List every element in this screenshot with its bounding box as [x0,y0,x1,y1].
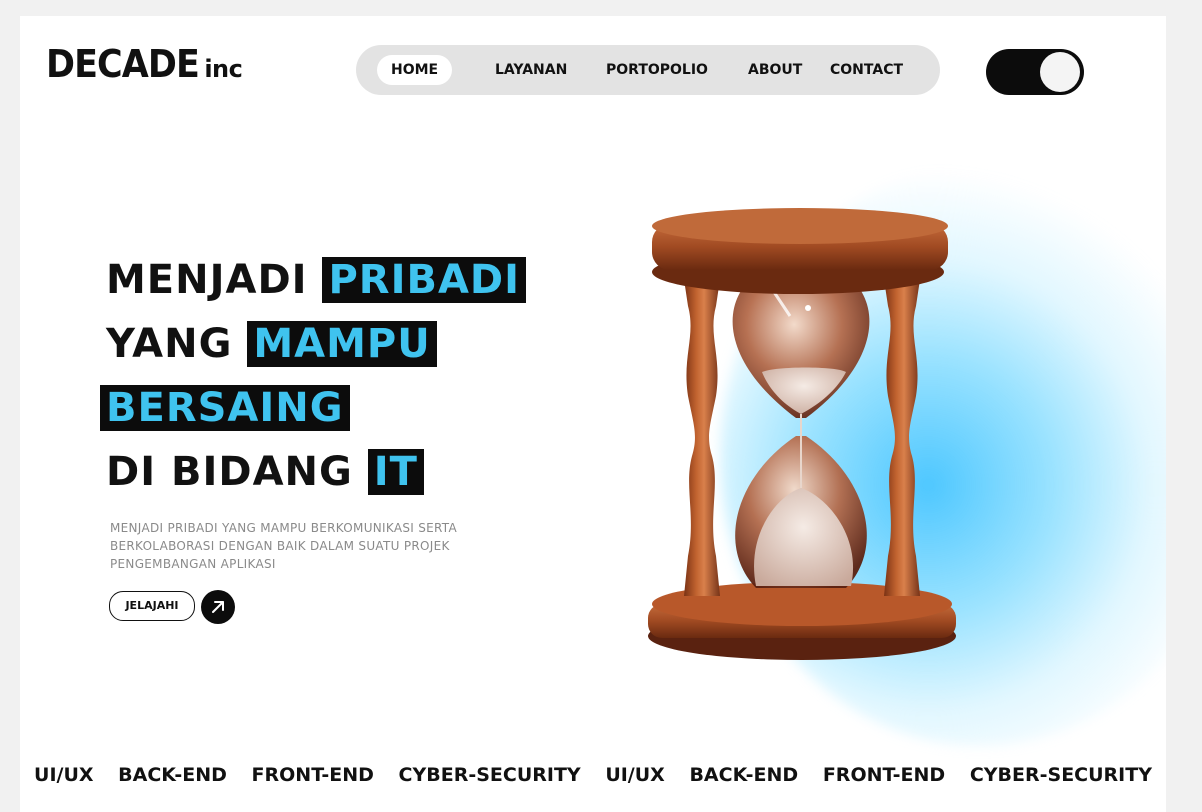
service-item: UI/UX [34,764,94,786]
headline-highlight: IT [367,449,424,495]
nav-item-portopolio[interactable]: PORTOPOLIO [606,45,708,95]
service-item: CYBER-SECURITY [398,764,581,786]
arrow-up-right-icon[interactable] [201,590,235,624]
hero-description: MENJADI PRIBADI YANG MAMPU BERKOMUNIKASI… [110,521,458,571]
brand-suffix: inc [204,55,243,83]
headline-line-1: MENJADI PRIBADI [106,254,526,306]
service-item: UI/UX [605,764,665,786]
nav-item-contact[interactable]: CONTACT [830,45,903,95]
headline-line-2: YANG MAMPU [106,318,437,370]
page: DECADE inc HOME LAYANAN PORTOPOLIO ABOUT … [20,16,1166,812]
headline-highlight: PRIBADI [322,257,526,303]
service-item: FRONT-END [822,764,946,786]
services-strip: UI/UX BACK-END FRONT-END CYBER-SECURITY … [20,764,1166,786]
brand-logo[interactable]: DECADE inc [46,42,243,86]
nav-item-about[interactable]: ABOUT [748,45,802,95]
headline-text: YANG [106,321,233,367]
service-item: CYBER-SECURITY [969,764,1152,786]
headline-line-4: DI BIDANG IT [106,446,424,498]
service-item: BACK-END [118,764,227,786]
nav-item-home[interactable]: HOME [377,55,453,85]
headline-highlight: BERSAING [100,385,350,431]
brand-name: DECADE [46,42,200,86]
headline-text: DI BIDANG [106,449,353,495]
headline-line-3: BERSAING [100,382,350,434]
main-nav: HOME LAYANAN PORTOPOLIO ABOUT CONTACT [356,45,940,95]
hourglass-image [648,208,956,660]
headline-text: MENJADI [106,257,308,303]
toggle-knob [1040,52,1080,92]
service-item: BACK-END [689,764,799,786]
explore-button[interactable]: JELAJAHI [109,591,195,621]
theme-toggle[interactable] [986,49,1084,95]
nav-item-layanan[interactable]: LAYANAN [495,45,567,95]
service-item: FRONT-END [251,764,374,786]
headline-highlight: MAMPU [247,321,437,367]
